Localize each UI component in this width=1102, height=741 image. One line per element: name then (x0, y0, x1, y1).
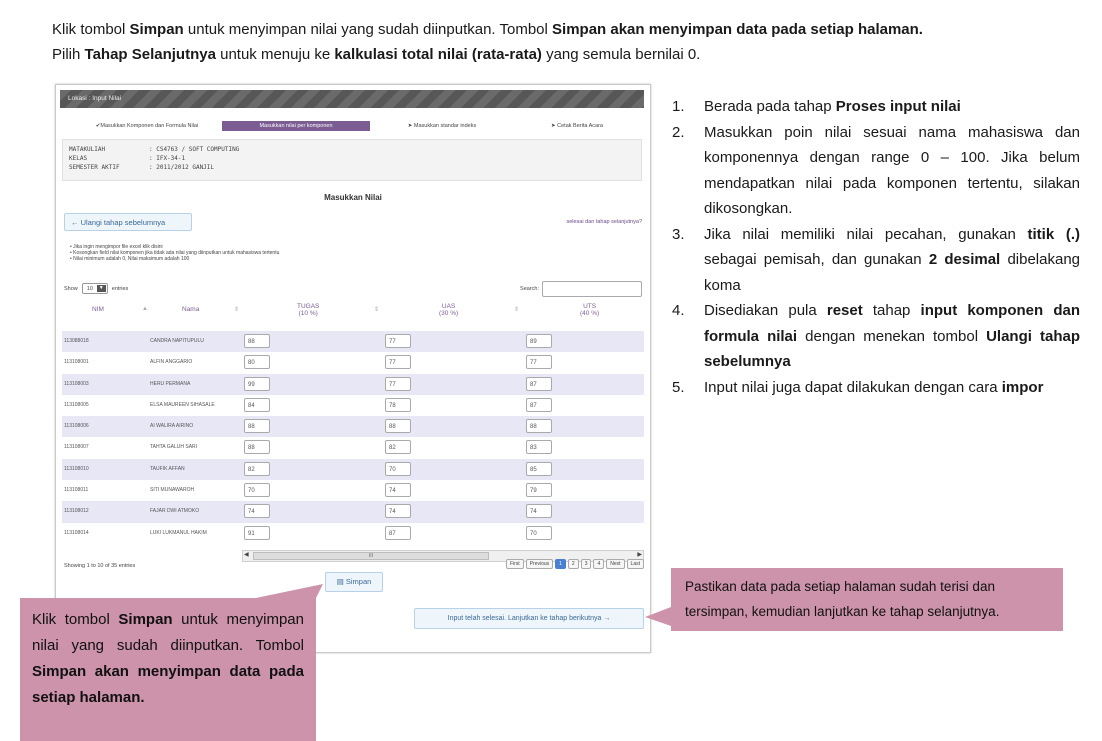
emphasis-text: titik (.) (1027, 225, 1081, 243)
list-text: sebagai pemisah, dan gunakan (704, 251, 929, 268)
list-item: 3. Jika nilai memiliki nilai pecahan, gun… (672, 222, 1080, 299)
list-number: 5. (672, 378, 685, 396)
callout-continue: Pastikan data pada setiap halaman sudah … (671, 568, 1063, 631)
list-item: 1. Berada pada tahap Proses input nilai (672, 94, 1080, 120)
list-number: 3. (672, 225, 685, 243)
emphasis-text: Proses input nilai (835, 98, 961, 115)
list-text: Berada pada tahap (704, 98, 836, 115)
list-text: tahap (862, 302, 921, 319)
list-number: 4. (672, 302, 685, 319)
list-text: dengan menekan tombol (797, 327, 987, 345)
list-text: Input nilai juga dapat dilakukan dengan … (704, 378, 1002, 396)
list-number: 2. (672, 123, 685, 141)
list-item: 2. Masukkan poin nilai sesuai nama mahasi… (672, 120, 1080, 222)
emphasis-text: impor (1001, 378, 1044, 396)
list-item: 5. Input nilai juga dapat dilakukan denga… (672, 375, 1080, 401)
callout-save: Klik tombol Simpan untuk menyimpan nilai… (20, 598, 316, 741)
callout2-pointer (645, 607, 671, 626)
list-number: 1. (672, 98, 685, 115)
emphasis-text: 2 desimal (928, 251, 1001, 268)
emphasis-text: reset (826, 302, 863, 319)
list-text: Jika nilai memiliki nilai pecahan, gunak… (704, 225, 1028, 243)
list-text: Masukkan poin nilai sesuai nama mahasisw… (704, 123, 1080, 218)
instruction-list: 1. Berada pada tahap Proses input nilai 2.… (672, 94, 1080, 400)
list-item: 4. Disediakan pula reset tahap input komp… (672, 298, 1080, 375)
list-text: Disediakan pula (704, 302, 827, 319)
